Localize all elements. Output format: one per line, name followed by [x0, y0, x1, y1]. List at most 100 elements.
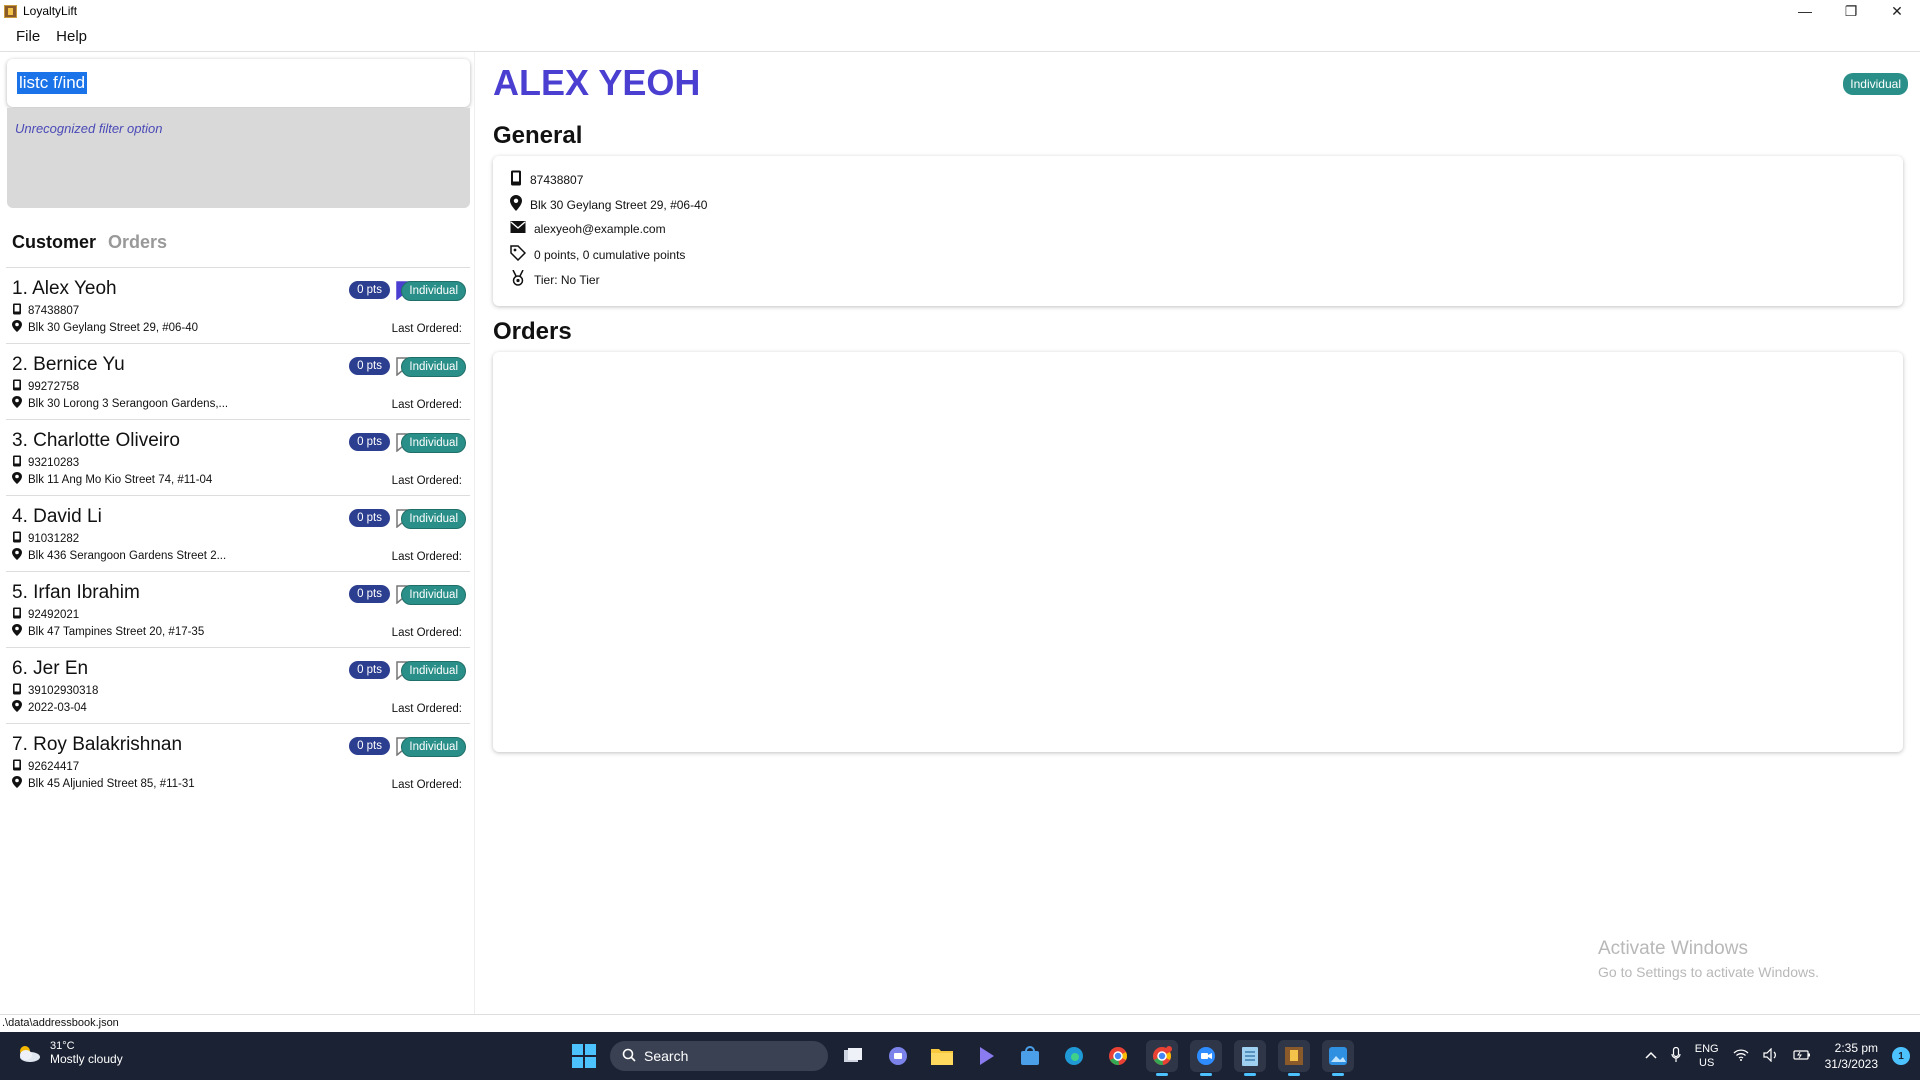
file-explorer-icon[interactable]	[926, 1040, 958, 1072]
detail-address-row: Blk 30 Geylang Street 29, #06-40	[510, 195, 707, 214]
weather-widget[interactable]: 31°C Mostly cloudy	[14, 1040, 123, 1066]
customer-address: Blk 47 Tampines Street 20, #17-35	[28, 625, 205, 638]
taskbar-apps	[838, 1040, 1354, 1076]
language-indicator[interactable]: ENG US	[1695, 1042, 1719, 1070]
search-icon	[622, 1048, 636, 1065]
phone-icon	[12, 607, 22, 622]
region-code: US	[1699, 1057, 1715, 1069]
customer-phone: 93210283	[28, 456, 80, 469]
store-icon[interactable]	[1014, 1040, 1046, 1072]
customer-index: 6.	[12, 658, 28, 679]
customer-row[interactable]: 3. Charlotte Oliveiro 93210283 Blk 11 Ang …	[6, 419, 470, 495]
restore-button[interactable]: ❐	[1828, 0, 1874, 22]
customer-phone-row: 91031282	[12, 531, 79, 546]
photos-icon[interactable]	[1322, 1040, 1354, 1076]
list-tabs: Customer Orders	[12, 232, 167, 253]
weather-temp: 31°C	[50, 1040, 75, 1052]
detail-name: ALEX YEOH	[493, 62, 701, 103]
last-ordered-label: Last Ordered:	[391, 323, 462, 335]
zoom-icon[interactable]	[1190, 1040, 1222, 1076]
last-ordered-label: Last Ordered:	[391, 627, 462, 639]
detail-panel: ALEX YEOH Individual General 87438807 Bl…	[478, 52, 1920, 1014]
customer-phone: 87438807	[28, 304, 80, 317]
customer-row[interactable]: 4. David Li 91031282 Blk 436 Serangoon Gar…	[6, 495, 470, 571]
command-input-value[interactable]: listc f/ind	[17, 72, 88, 94]
notification-badge[interactable]: 1	[1892, 1047, 1910, 1065]
system-tray: ENG US 2:35 pm 31/3/2023 1	[1645, 1040, 1910, 1072]
file-path: .\data\addressbook.json	[2, 1017, 119, 1029]
minimize-button[interactable]: —	[1782, 0, 1828, 22]
weather-condition: Mostly cloudy	[50, 1052, 123, 1066]
battery-icon[interactable]	[1793, 1049, 1811, 1064]
menu-bar: File Help	[0, 22, 1920, 52]
phone-icon	[12, 379, 22, 394]
watermark-subtitle: Go to Settings to activate Windows.	[1598, 964, 1819, 980]
volume-icon[interactable]	[1763, 1047, 1779, 1065]
points-badge: 0 pts	[349, 433, 390, 451]
customer-phone: 92492021	[28, 608, 80, 621]
customer-name-text: Alex Yeoh	[32, 278, 117, 299]
customer-address: Blk 436 Serangoon Gardens Street 2...	[28, 549, 227, 562]
start-button[interactable]	[572, 1044, 596, 1068]
detail-phone: 87438807	[530, 172, 584, 187]
notepad-icon[interactable]	[1234, 1040, 1266, 1076]
detail-type-badge: Individual	[1843, 73, 1908, 95]
clock-date: 31/3/2023	[1824, 1057, 1878, 1071]
customer-name-text: Irfan Ibrahim	[33, 582, 140, 603]
detail-email: alexyeoh@example.com	[534, 221, 666, 236]
customer-type-badge: Individual	[401, 737, 466, 757]
customer-address-row: Blk 11 Ang Mo Kio Street 74, #11-04	[12, 472, 212, 487]
window-controls: — ❐ ✕	[1782, 0, 1920, 22]
customer-phone-row: 39102930318	[12, 683, 98, 698]
points-badge: 0 pts	[349, 281, 390, 299]
media-player-icon[interactable]	[970, 1040, 1002, 1072]
customer-index: 3.	[12, 430, 28, 451]
customer-phone-row: 92492021	[12, 607, 79, 622]
points-badge: 0 pts	[349, 585, 390, 603]
edge-browser-icon[interactable]	[1058, 1040, 1090, 1072]
detail-points-row: 0 points, 0 cumulative points	[510, 245, 685, 264]
teams-chat-icon[interactable]	[882, 1040, 914, 1072]
menu-file[interactable]: File	[8, 24, 48, 49]
detail-email-row: alexyeoh@example.com	[510, 220, 666, 237]
command-input[interactable]: listc f/ind	[7, 59, 470, 107]
tab-orders[interactable]: Orders	[108, 232, 167, 253]
orders-section-title: Orders	[493, 318, 572, 345]
location-pin-icon	[12, 472, 22, 487]
microphone-icon[interactable]	[1671, 1046, 1681, 1066]
wifi-icon[interactable]	[1733, 1048, 1749, 1064]
location-pin-icon	[12, 624, 22, 639]
loyaltylift-taskbar-icon[interactable]	[1278, 1040, 1310, 1076]
tab-customer[interactable]: Customer	[12, 232, 96, 253]
menu-help[interactable]: Help	[48, 24, 95, 49]
close-button[interactable]: ✕	[1874, 0, 1920, 22]
cloud-sun-icon	[14, 1043, 42, 1063]
activate-windows-watermark: Activate Windows Go to Settings to activ…	[1598, 938, 1819, 980]
chrome-profile-icon[interactable]	[1146, 1040, 1178, 1076]
customer-name-text: Charlotte Oliveiro	[33, 430, 180, 451]
orders-card	[493, 352, 1903, 752]
detail-tier-row: Tier: No Tier	[510, 269, 600, 289]
customer-address-row: Blk 47 Tampines Street 20, #17-35	[12, 624, 204, 639]
customer-row[interactable]: 2. Bernice Yu 99272758 Blk 30 Lorong 3 Ser…	[6, 343, 470, 419]
taskbar-search[interactable]: Search	[610, 1041, 828, 1071]
chrome-icon[interactable]	[1102, 1040, 1134, 1072]
location-pin-icon	[12, 548, 22, 563]
customer-list: 1. Alex Yeoh 87438807 Blk 30 Geylang Stree…	[6, 267, 470, 799]
customer-row[interactable]: 5. Irfan Ibrahim 92492021 Blk 47 Tampines …	[6, 571, 470, 647]
last-ordered-label: Last Ordered:	[391, 703, 462, 715]
title-bar: LoyaltyLift — ❐ ✕	[0, 0, 1920, 22]
chevron-up-icon[interactable]	[1645, 1050, 1657, 1062]
customer-name-text: Roy Balakrishnan	[33, 734, 183, 755]
task-view-icon[interactable]	[838, 1040, 870, 1072]
detail-phone-row: 87438807	[510, 170, 583, 189]
customer-name: 6. Jer En	[12, 658, 88, 680]
detail-points: 0 points, 0 cumulative points	[534, 247, 686, 262]
clock[interactable]: 2:35 pm 31/3/2023	[1825, 1040, 1878, 1072]
customer-address: Blk 30 Lorong 3 Serangoon Gardens,...	[28, 397, 229, 410]
customer-row[interactable]: 6. Jer En 39102930318 2022-03-04 0 pts Indiv…	[6, 647, 470, 723]
customer-row[interactable]: 7. Roy Balakrishnan 92624417 Blk 45 Aljuni…	[6, 723, 470, 799]
customer-row[interactable]: 1. Alex Yeoh 87438807 Blk 30 Geylang Stree…	[6, 267, 470, 343]
last-ordered-label: Last Ordered:	[391, 779, 462, 791]
taskbar: 31°C Mostly cloudy Search ENG US 2:35 pm…	[0, 1032, 1920, 1080]
